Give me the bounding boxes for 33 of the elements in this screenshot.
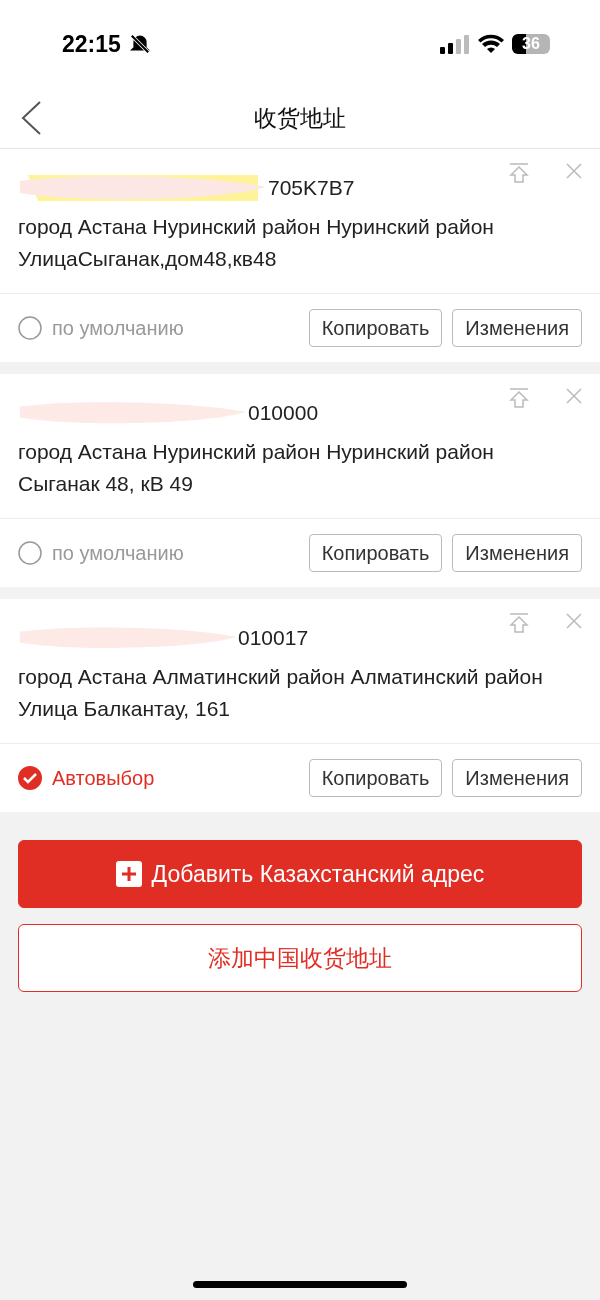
copy-button[interactable]: Копировать [308,759,443,797]
recipient-text: 010017 [238,626,309,650]
address-text: город Астана Нуринский район Нуринский район УлицаСыганак,дом48,кв48 [18,214,495,272]
add-china-address-button[interactable]: 添加中国收货地址 [18,924,582,992]
pin-to-top-icon[interactable] [508,163,530,183]
address-text: город Астана Алматинский район Алматинский район Улица Балкантау, 161 [18,664,544,722]
edit-button[interactable]: Изменения [452,309,582,347]
back-icon[interactable] [20,101,42,135]
address-text: город Астана Нуринский район Нуринский район Сыганак 48, кВ 49 [18,439,495,497]
close-icon[interactable] [566,388,582,404]
copy-button[interactable]: Копировать [308,309,443,347]
copy-button[interactable]: Копировать [308,534,443,572]
wifi-icon [478,34,504,54]
plus-icon [115,861,142,887]
edit-button[interactable]: Изменения [452,534,582,572]
add-address-button[interactable]: Добавить Казахстанский адрес [18,840,582,908]
page-title: 收货地址 [254,103,346,133]
bell-muted-icon [128,33,151,55]
check-circle-icon[interactable] [18,766,42,790]
radio-icon[interactable] [18,316,42,340]
clock-time: 22:15 [62,30,121,58]
recipient-text: 010000 [248,401,319,425]
default-label: по умолчанию [52,541,185,565]
radio-icon[interactable] [18,541,42,565]
signal-icon [440,34,470,54]
pin-to-top-icon[interactable] [508,388,530,408]
pin-to-top-icon[interactable] [508,613,530,633]
close-icon[interactable] [566,613,582,629]
recipient-text: 705K7B7 [268,176,355,200]
default-label: по умолчанию [52,316,185,340]
default-label: Автовыбор [52,766,156,790]
edit-button[interactable]: Изменения [452,759,582,797]
close-icon[interactable] [566,163,582,179]
